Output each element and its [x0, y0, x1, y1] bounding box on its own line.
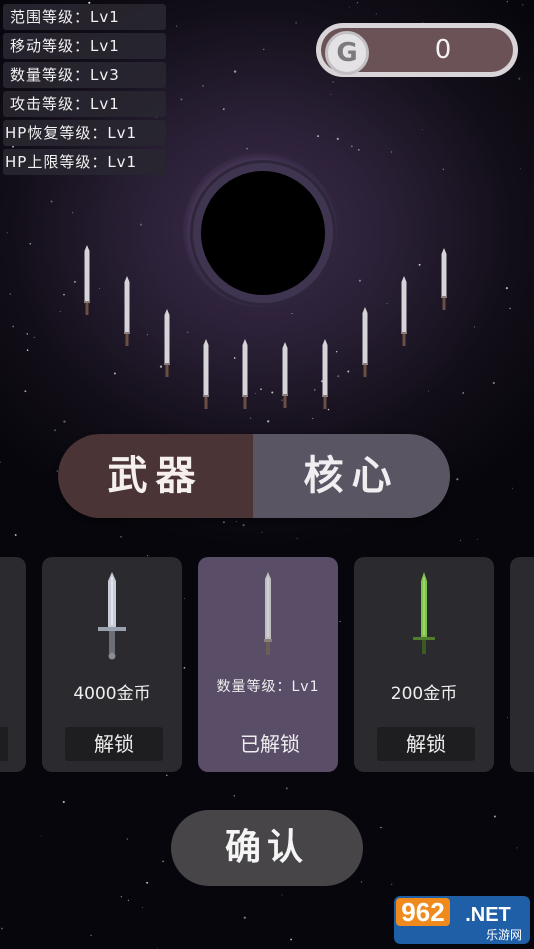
weapon-card-carousel[interactable]: 4000金币 解锁 数量等级：Lv1 已解锁 200金币 解锁 [0, 557, 534, 773]
orbit-sword-icon [441, 248, 447, 310]
tab-switch: 武器 核心 [58, 434, 450, 518]
card-price: 200金币 [390, 684, 458, 704]
weapon-card-partial-right[interactable] [510, 557, 534, 772]
orbit-sword-icon [124, 276, 130, 346]
card-price: 4000金币 [73, 684, 151, 704]
orbit-sword-icon [203, 339, 209, 409]
unlock-button[interactable]: 解锁 [377, 727, 475, 761]
tab-core[interactable]: 核心 [253, 434, 450, 518]
tab-weapon[interactable]: 武器 [58, 434, 253, 518]
sword-icon [413, 572, 435, 654]
orbit-sword-icon [322, 339, 328, 409]
unlock-button[interactable]: 解锁 [65, 727, 163, 761]
sword-icon [264, 572, 272, 655]
weapon-card[interactable]: 200金币 解锁 [354, 557, 494, 772]
orbit-sword-icon [242, 339, 248, 409]
weapon-card-partial-left[interactable] [0, 557, 26, 772]
orbit-sword-icon [164, 309, 170, 377]
weapon-card-selected[interactable]: 数量等级：Lv1 已解锁 [198, 557, 338, 772]
watermark-suffix: .NET [465, 904, 511, 926]
sword-icon [98, 572, 126, 660]
watermark-brand: 962 [401, 897, 444, 927]
watermark-logo: 962 .NET 乐游网 [394, 896, 530, 944]
card-level: 数量等级：Lv1 [216, 679, 320, 695]
orbit-sword-icon [282, 342, 288, 408]
game-scene: 范围等级：Lv1 移动等级：Lv1 数量等级：Lv3 攻击等级：Lv1 HP恢复… [0, 0, 534, 949]
card-button-partial [0, 727, 8, 761]
orbit-sword-icon [401, 276, 407, 346]
watermark-sub: 乐游网 [486, 928, 522, 942]
weapon-card[interactable]: 4000金币 解锁 [42, 557, 182, 772]
orbit-sword-icon [362, 307, 368, 377]
orbit-sword-icon [84, 245, 90, 315]
confirm-button[interactable]: 确认 [171, 810, 363, 886]
unlocked-label: 已解锁 [240, 732, 300, 756]
